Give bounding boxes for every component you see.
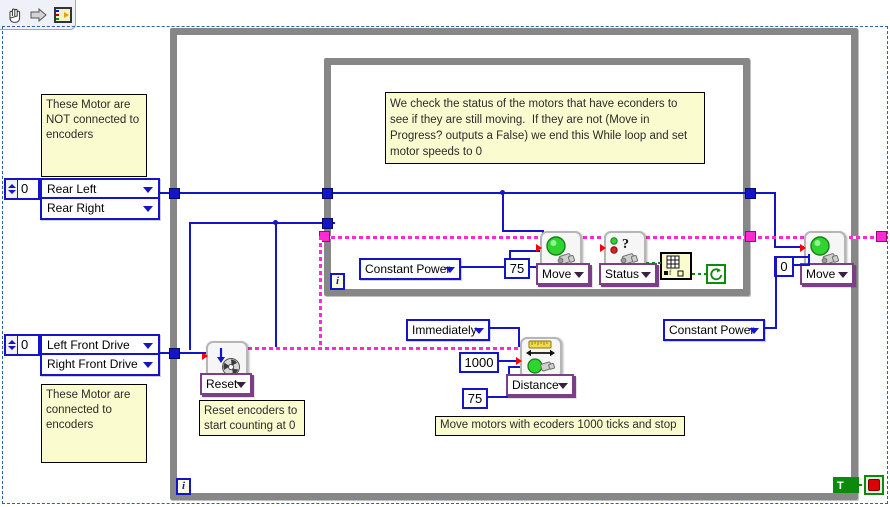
rear-motor-enum-stack[interactable]: Rear Left Rear Right (40, 178, 160, 220)
tunnel-inner-top-left (322, 188, 333, 199)
enum-left-front-drive[interactable]: Left Front Drive (42, 336, 158, 355)
wire-inner-branch-to-move (502, 230, 544, 232)
comment-encoder-move: Move motors with ecoders 1000 ticks and … (435, 416, 685, 436)
distance-mode-label: Immediately (412, 323, 477, 337)
chevron-down-icon[interactable] (236, 382, 246, 388)
distance-vi[interactable] (520, 337, 562, 379)
constant-power-outer-label: Constant Power (669, 323, 755, 337)
stop-icon (868, 479, 880, 491)
wire-inner-branch-down (502, 192, 504, 232)
move-vi-inner-selector-label: Move (542, 267, 572, 281)
rear-numeric-value: 0 (21, 181, 29, 196)
tunnel-pink-outer-right (876, 231, 887, 242)
tunnel-outer-front-motors (169, 348, 180, 359)
front-numeric-value: 0 (21, 337, 29, 352)
comment-status-check: We check the status of the motors that h… (385, 92, 705, 164)
distance-power-constant[interactable]: 75 (462, 388, 488, 409)
inner-move-speed-constant[interactable]: 75 (504, 258, 530, 279)
constant-power-inner-enum[interactable]: Constant Power (359, 258, 461, 280)
enum-rear-right[interactable]: Rear Right (42, 199, 158, 218)
wire-distance-power-out (488, 396, 510, 398)
svg-text:f: f (669, 269, 672, 277)
wire-status-to-unbundle (646, 262, 662, 264)
arrow-tool-icon[interactable] (29, 5, 49, 25)
enum-rear-left[interactable]: Rear Left (42, 180, 158, 199)
chevron-down-icon[interactable] (838, 272, 848, 278)
enum-rear-left-label: Rear Left (47, 182, 97, 196)
comment-front-motors: These Motor are connected to encoders (41, 384, 147, 463)
distance-vi-selector[interactable]: Distance (506, 374, 574, 396)
chevron-down-icon[interactable] (143, 187, 153, 193)
inner-loop-iteration-terminal: i (330, 273, 345, 290)
distance-vi-selector-label: Distance (512, 378, 559, 392)
enum-right-front-drive-label: Right Front Drive (47, 357, 138, 371)
tunnel-pink-inner-right (745, 231, 756, 242)
status-vi-selector[interactable]: Status (599, 263, 657, 285)
tunnel-inner-second-bus (322, 218, 333, 229)
chevron-down-icon[interactable] (749, 328, 759, 334)
move-vi-outer-selector-label: Move (806, 267, 836, 281)
true-constant-label: T (837, 480, 844, 492)
unbundle-cluster-node[interactable]: f (660, 252, 692, 280)
junction-inner-branch (500, 190, 505, 195)
chevron-down-icon[interactable] (558, 383, 568, 389)
chevron-down-icon[interactable] (143, 362, 153, 368)
enum-rear-right-label: Rear Right (47, 201, 105, 215)
wire-second-bus-mid-down (275, 222, 277, 350)
inner-loop-condition-terminal[interactable] (706, 264, 726, 284)
front-numeric-spinner[interactable] (6, 336, 18, 354)
wire-unbundle-to-condition (692, 273, 706, 275)
block-diagram-canvas[interactable]: i i These Motor are NOT connected to enc… (0, 0, 890, 507)
reset-vi-selector-label: Reset (206, 377, 238, 391)
wire-second-bus-left-down (189, 222, 191, 350)
constant-power-outer-enum[interactable]: Constant Power (663, 319, 765, 341)
wire-cluster-reset-bus (241, 347, 541, 350)
wire-cluster-down-to-reset (319, 236, 322, 348)
svg-text:?: ? (622, 237, 629, 252)
tool-palette[interactable] (0, 0, 76, 30)
wire-constant-power-outer-up (775, 256, 777, 328)
stop-button[interactable] (864, 475, 884, 495)
rear-numeric-spinner[interactable] (6, 180, 18, 198)
hand-tool-icon[interactable] (5, 5, 25, 25)
move-vi-outer-selector[interactable]: Move (800, 263, 854, 285)
distance-vi-input-terminal (516, 357, 522, 365)
wire-cluster-main-bus (324, 236, 882, 239)
connector-pane-icon[interactable] (53, 5, 73, 25)
comment-rear-motors: These Motor are NOT connected to encoder… (41, 94, 147, 177)
distance-mode-enum[interactable]: Immediately (406, 319, 490, 341)
wire-top-bus-to-move-outer (774, 192, 776, 248)
status-vi-input-terminal (600, 244, 606, 252)
enum-left-front-drive-label: Left Front Drive (47, 338, 130, 352)
wire-second-bus (189, 222, 335, 224)
wire-distance-mode-out (490, 327, 520, 329)
tunnel-inner-top-right (745, 188, 756, 199)
outer-move-speed-constant[interactable]: 0 (774, 256, 794, 277)
front-motor-enum-stack[interactable]: Left Front Drive Right Front Drive (40, 334, 160, 376)
chevron-down-icon[interactable] (143, 206, 153, 212)
wire-front-motors-to-reset (189, 352, 204, 354)
distance-ticks-constant[interactable]: 1000 (459, 352, 499, 373)
chevron-down-icon[interactable] (574, 272, 584, 278)
move-vi-inner-input-terminal (536, 244, 542, 252)
wire-top-bus (176, 192, 776, 194)
outer-loop-iteration-terminal: i (176, 478, 191, 495)
constant-power-inner-label: Constant Power (365, 262, 451, 276)
reset-vi-selector[interactable]: Reset (200, 373, 252, 395)
chevron-down-icon[interactable] (641, 272, 651, 278)
chevron-down-icon[interactable] (445, 267, 455, 273)
move-vi-outer-input-terminal (800, 244, 806, 252)
chevron-down-icon[interactable] (474, 328, 484, 334)
true-constant[interactable]: T (833, 477, 859, 493)
comment-reset-encoders: Reset encoders to start counting at 0 (199, 400, 305, 436)
rear-motor-numeric-control[interactable]: 0 (4, 178, 40, 200)
chevron-down-icon[interactable] (143, 343, 153, 349)
wire-left-rail-lower (189, 352, 191, 354)
status-vi-selector-label: Status (605, 267, 640, 281)
wire-constant-power-outer-to-move (775, 256, 809, 258)
tunnel-outer-top-left (169, 188, 180, 199)
front-motor-numeric-control[interactable]: 0 (4, 334, 40, 356)
enum-right-front-drive[interactable]: Right Front Drive (42, 355, 158, 374)
move-vi-inner-selector[interactable]: Move (536, 263, 590, 285)
